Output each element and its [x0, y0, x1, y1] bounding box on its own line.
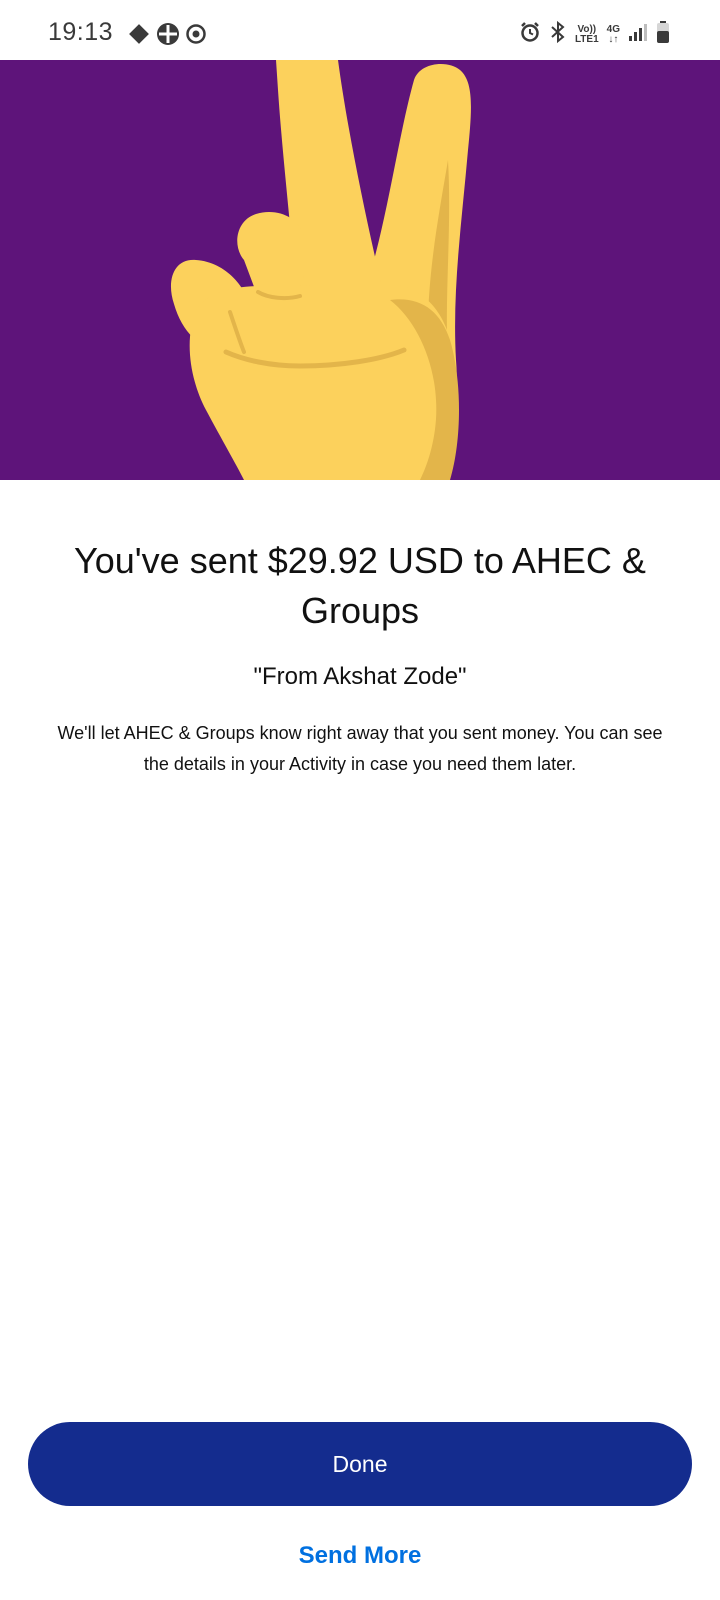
status-bar: 19:13 Vo)) LTE1 4G ↓↑ [0, 0, 720, 60]
signal-icon [628, 22, 648, 47]
data-top-label: 4G [606, 23, 620, 35]
status-right-icons: Vo)) LTE1 4G ↓↑ [519, 20, 670, 49]
data-bottom-label: ↓↑ [608, 33, 619, 45]
volte-top-label: Vo)) [577, 23, 597, 35]
confirmation-headline: You've sent $29.92 USD to AHEC & Groups [74, 540, 646, 631]
victory-hand-illustration [170, 60, 471, 480]
status-time: 19:13 [48, 18, 114, 46]
alarm-icon [519, 21, 541, 48]
hero-banner [0, 60, 720, 480]
done-button[interactable]: Done [28, 1422, 692, 1506]
navigation-diamond-icon [128, 23, 150, 50]
data-4g-icon: 4G ↓↑ [606, 23, 620, 45]
bluetooth-icon [549, 20, 567, 49]
confirmation-description: We'll let AHEC & Groups know right away … [57, 723, 663, 774]
app-circle-icon [186, 24, 206, 49]
payment-note: "From Akshat Zode" [253, 663, 467, 690]
status-left-icons [128, 22, 206, 51]
app-grid-icon [156, 22, 180, 51]
send-more-link[interactable]: Send More [200, 1534, 520, 1578]
battery-icon [656, 20, 670, 49]
volte-bottom-label: LTE1 [574, 33, 599, 45]
volte-icon: Vo)) LTE1 [574, 23, 599, 45]
